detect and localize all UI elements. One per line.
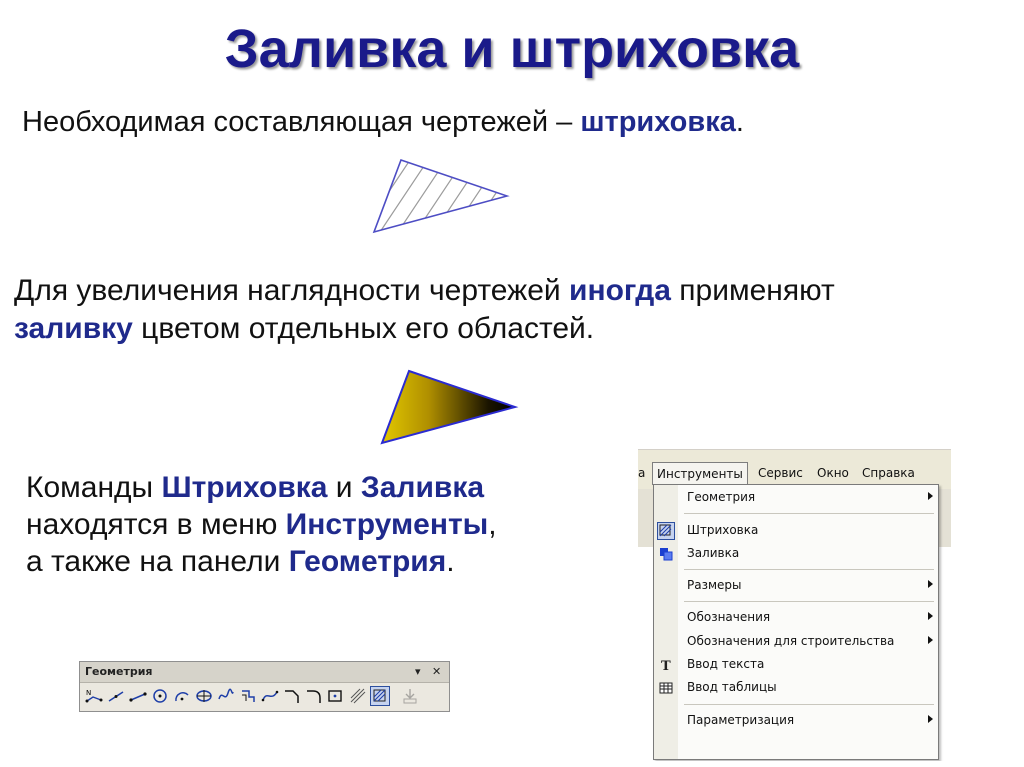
hatching-tool-icon[interactable]	[370, 686, 390, 706]
menu-item-fill[interactable]: Заливка	[654, 543, 938, 565]
text-segment: Команды	[26, 471, 162, 504]
bezier-tool-icon[interactable]	[260, 686, 280, 706]
commands-line2: находятся в меню Инструменты,	[26, 506, 497, 543]
menu-help[interactable]: Справка	[862, 462, 915, 484]
rectangle-tool-icon[interactable]	[326, 686, 346, 706]
submenu-arrow-icon	[928, 715, 933, 723]
menu-item-hatching[interactable]: Штриховка	[654, 520, 938, 542]
line-tool-icon[interactable]	[106, 686, 126, 706]
menu-item-geometry[interactable]: Геометрия	[654, 487, 938, 509]
fill-icon	[657, 545, 675, 563]
text-icon: T	[657, 656, 675, 674]
auxiliary-line-tool-icon[interactable]	[348, 686, 368, 706]
svg-text:N: N	[86, 689, 91, 697]
fill-paragraph: Для увеличения наглядности чертежей иног…	[14, 272, 835, 348]
right-toolbar-strip	[937, 489, 951, 547]
text-segment: цветом отдельных его областей.	[132, 312, 595, 345]
highlight-fill: заливку	[14, 312, 133, 345]
submenu-arrow-icon	[928, 580, 933, 588]
svg-text:T: T	[661, 659, 671, 672]
highlight-tools-menu: Инструменты	[285, 508, 489, 541]
copy-properties-tool-icon[interactable]	[400, 686, 420, 706]
toolbar-close-icon[interactable]: ✕	[432, 662, 441, 682]
menu-item-partial[interactable]: а	[638, 462, 645, 484]
hatching-paragraph: Необходимая составляющая чертежей – штри…	[22, 103, 744, 141]
arc-tool-icon[interactable]	[172, 686, 192, 706]
fill-paragraph-line2: заливку цветом отдельных его областей.	[14, 310, 835, 348]
hatch-icon	[657, 522, 675, 540]
text-segment: .	[735, 106, 744, 138]
highlight-hatching: штриховка	[580, 106, 736, 138]
menu-item-label: Штриховка	[687, 523, 759, 537]
commands-line1: Команды Штриховка и Заливка	[26, 469, 497, 506]
geometry-toolbar: Геометрия ▾ ✕ N	[79, 661, 450, 712]
geometry-toolbar-titlebar[interactable]: Геометрия ▾ ✕	[80, 662, 449, 683]
segment-tool-icon[interactable]	[128, 686, 148, 706]
menu-separator	[684, 513, 934, 514]
text-segment: применяют	[670, 274, 835, 307]
text-segment: .	[446, 545, 455, 578]
toolbar-separator	[392, 686, 398, 706]
slide-title: Заливка и штриховка	[224, 19, 800, 79]
toolbar-dropdown-icon[interactable]: ▾	[415, 662, 421, 682]
circle-tool-icon[interactable]	[150, 686, 170, 706]
fill-paragraph-line1: Для увеличения наглядности чертежей иног…	[14, 272, 835, 310]
highlight-geometry-panel: Геометрия	[288, 545, 447, 578]
menu-window[interactable]: Окно	[817, 462, 849, 484]
menu-item-designations[interactable]: Обозначения	[654, 607, 938, 629]
menu-item-label: Ввод таблицы	[687, 680, 777, 694]
menu-item-text-input[interactable]: T Ввод текста	[654, 654, 938, 676]
spline-tool-icon[interactable]	[216, 686, 236, 706]
menu-separator	[684, 569, 934, 570]
text-segment: и	[327, 471, 361, 504]
text-segment: Необходимая составляющая чертежей –	[22, 106, 581, 138]
point-tool-icon[interactable]: N	[84, 686, 104, 706]
fillet-tool-icon[interactable]	[304, 686, 324, 706]
menu-item-label: Геометрия	[687, 490, 756, 504]
geometry-tools: N	[84, 686, 422, 708]
menu-item-label: Ввод текста	[687, 657, 765, 671]
submenu-arrow-icon	[928, 492, 933, 500]
menu-item-label: Размеры	[687, 578, 742, 592]
table-icon	[657, 679, 675, 697]
filled-triangle	[380, 369, 519, 445]
menu-separator	[684, 704, 934, 705]
commands-line3: а также на панели Геометрия.	[26, 543, 497, 580]
submenu-arrow-icon	[928, 612, 933, 620]
menu-item-table-input[interactable]: Ввод таблицы	[654, 677, 938, 699]
menu-item-label: Параметризация	[687, 713, 795, 727]
text-segment: находятся в меню	[26, 508, 286, 541]
hatched-triangle	[372, 158, 510, 234]
menu-item-parametrization[interactable]: Параметризация	[654, 710, 938, 732]
tools-dropdown-menu: Геометрия Штриховка Заливка Размеры Обоз…	[653, 484, 939, 760]
menu-item-label: Обозначения для строительства	[687, 634, 895, 648]
menu-separator	[684, 601, 934, 602]
menu-item-construction-designations[interactable]: Обозначения для строительства	[654, 631, 938, 653]
highlight-sometimes: иногда	[569, 274, 671, 307]
geometry-toolbar-title: Геометрия	[85, 665, 153, 678]
menu-item-label: Обозначения	[687, 610, 771, 624]
polyline-tool-icon[interactable]	[238, 686, 258, 706]
ellipse-tool-icon[interactable]	[194, 686, 214, 706]
menu-tools[interactable]: Инструменты	[652, 462, 748, 485]
chamfer-tool-icon[interactable]	[282, 686, 302, 706]
highlight-fill-command: Заливка	[360, 471, 485, 504]
menu-item-label: Заливка	[687, 546, 740, 560]
text-segment: а также на панели	[26, 545, 289, 578]
menu-service[interactable]: Сервис	[758, 462, 803, 484]
text-segment: Для увеличения наглядности чертежей	[14, 274, 569, 307]
menu-item-dimensions[interactable]: Размеры	[654, 575, 938, 597]
text-segment: ,	[488, 508, 497, 541]
tools-menu-window: а Инструменты Сервис Окно Справка Геомет…	[638, 449, 951, 761]
submenu-arrow-icon	[928, 636, 933, 644]
commands-paragraph: Команды Штриховка и Заливка находятся в …	[26, 469, 497, 580]
highlight-hatching-command: Штриховка	[161, 471, 328, 504]
